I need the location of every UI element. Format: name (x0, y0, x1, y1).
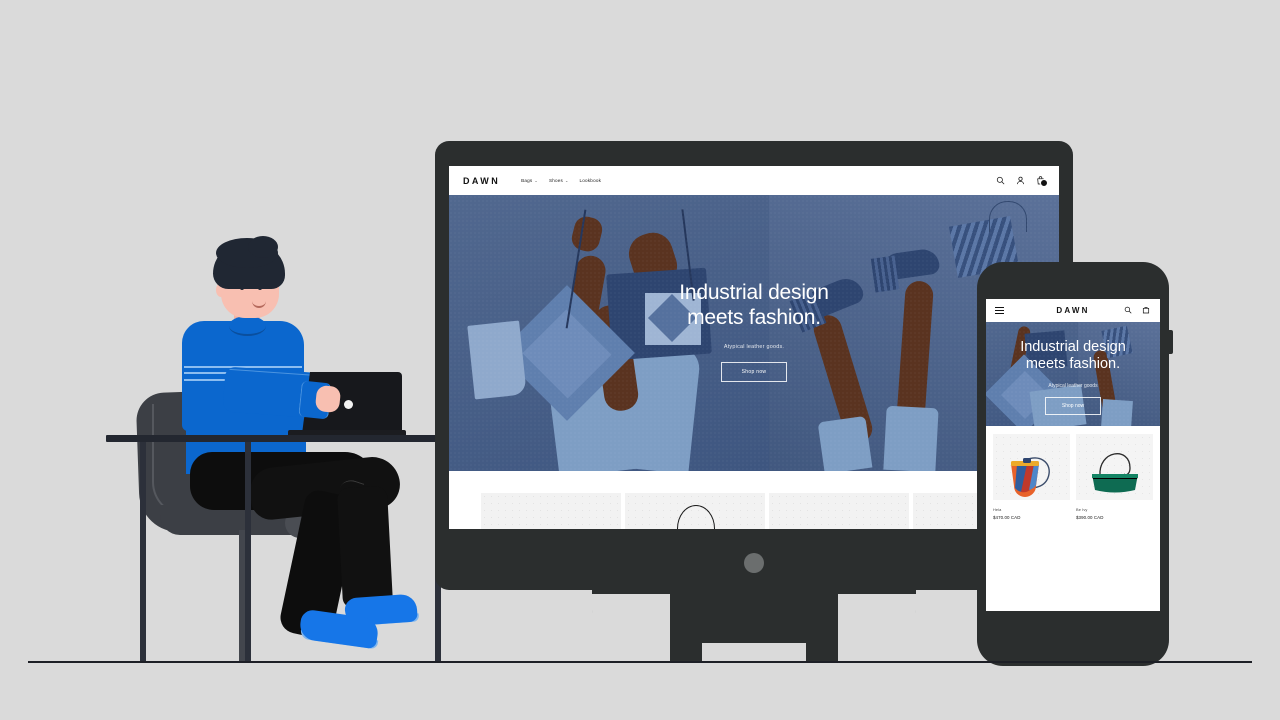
monitor-neck (676, 585, 832, 643)
cart-icon[interactable] (1142, 306, 1151, 315)
nav-item-lookbook[interactable]: Lookbook (580, 178, 602, 183)
product-name: Be Ivy (1076, 507, 1088, 512)
monitor-stand-cutout (838, 594, 916, 662)
product-thumbnail (993, 434, 1070, 500)
nav-item-shoes[interactable]: Shoes ⌄ (549, 178, 569, 183)
chevron-down-icon: ⌄ (534, 177, 538, 183)
product-thumbnail (1076, 434, 1153, 500)
product-name: Hela (993, 507, 1002, 512)
sweater-collar (229, 316, 266, 336)
desk-leg (245, 441, 251, 662)
account-icon[interactable] (1016, 176, 1025, 185)
hero-shop-now-button[interactable]: Shop now (720, 362, 788, 383)
nav-item-label: Bags (521, 178, 533, 183)
mobile-shop-now-button[interactable]: Shop now (1044, 396, 1102, 415)
mobile-viewport: DAWN Industrial design meets fashion. At… (986, 299, 1160, 611)
desk-leg (140, 441, 146, 662)
person-shin-right (336, 485, 394, 609)
monitor-stand-cutout (592, 594, 670, 662)
desk-surface (106, 435, 471, 442)
person-hair-tuft (248, 236, 278, 258)
brand-logo[interactable]: DAWN (463, 176, 500, 186)
desktop-product-strip (449, 471, 1059, 529)
nav-item-label: Lookbook (579, 178, 602, 183)
desktop-hero-section: Industrial design meets fashion. Atypica… (449, 195, 1059, 471)
hero-heading-line2: meets fashion. (687, 305, 821, 329)
cart-count-badge (1040, 179, 1048, 187)
monitor-power-button[interactable] (744, 553, 764, 573)
desktop-site-header: DAWN Bags ⌄ Shoes ⌄ Lookbook (449, 166, 1059, 195)
product-price: $470.00 CAD (993, 515, 1021, 520)
mobile-product-card[interactable]: Be Ivy $390.00 CAD (1076, 434, 1153, 520)
hero-heading-line1: Industrial design (679, 281, 829, 304)
product-price: $390.00 CAD (1076, 515, 1104, 520)
product-card[interactable] (769, 493, 909, 529)
desktop-viewport: Industrial design meets fashion. Atypica… (449, 166, 1059, 529)
laptop-logo-icon (344, 400, 353, 409)
nav-item-bags[interactable]: Bags ⌄ (521, 178, 538, 183)
search-icon[interactable] (1124, 306, 1133, 315)
search-icon[interactable] (996, 176, 1005, 185)
product-grid (481, 493, 1053, 529)
mobile-hero-heading-line1: Industrial design (1020, 339, 1126, 355)
scene: Industrial design meets fashion. Atypica… (0, 0, 1280, 720)
phone-side-button[interactable] (1169, 330, 1173, 354)
mobile-hero-heading-line2: meets fashion. (1025, 356, 1121, 373)
nav-item-label: Shoes (548, 178, 563, 183)
header-actions (996, 176, 1048, 187)
hero-copy: Industrial design meets fashion. Atypica… (449, 281, 1059, 383)
mobile-product-grid: Hela $470.00 CAD Be Ivy $390.00 CAD (986, 426, 1160, 520)
mobile-hero-copy: Industrial design meets fashion. Atypica… (986, 339, 1160, 415)
product-card[interactable] (481, 493, 621, 529)
floor-line (28, 661, 1252, 663)
mobile-header-actions (1124, 306, 1151, 315)
chevron-down-icon: ⌄ (564, 177, 569, 183)
cart-icon[interactable] (1036, 176, 1048, 187)
product-card[interactable] (625, 493, 765, 529)
mobile-product-card[interactable]: Hela $470.00 CAD (993, 434, 1070, 520)
main-nav: Bags ⌄ Shoes ⌄ Lookbook (521, 178, 601, 183)
